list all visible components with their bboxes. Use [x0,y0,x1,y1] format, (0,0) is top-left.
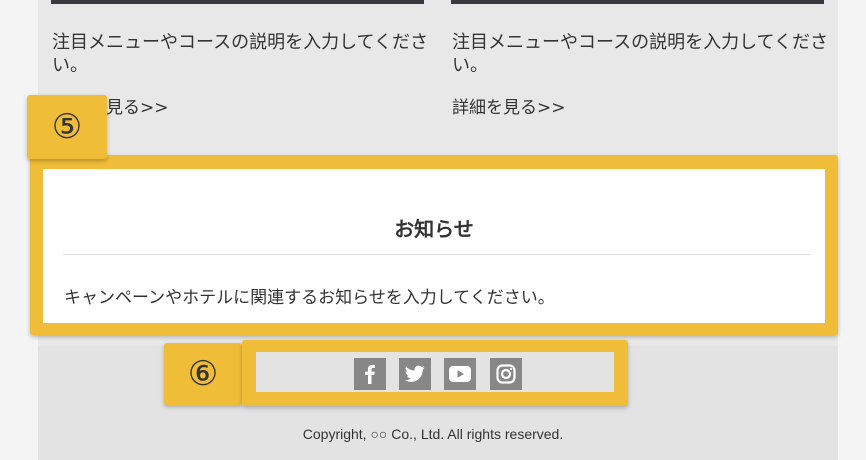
card-image-2 [451,0,824,4]
notice-divider [63,254,810,255]
card-description-2: 注目メニューやコースの説明を入力してください。 [452,32,829,76]
notice-body: キャンペーンやホテルに関連するお知らせを入力してください。 [64,288,555,308]
card-description-1: 注目メニューやコースの説明を入力してください。 [52,32,429,76]
instagram-icon[interactable] [490,358,522,390]
social-highlight-frame [242,340,628,406]
social-links [256,352,614,392]
card-more-link-1[interactable]: 見る>> [106,98,169,118]
notice-highlight-frame: お知らせ キャンペーンやホテルに関連するお知らせを入力してください。 [30,155,838,335]
card-image-1 [51,0,424,4]
facebook-icon[interactable] [354,358,386,390]
copyright-text: Copyright, ○○ Co., Ltd. All rights reser… [302,426,564,442]
notice-box: お知らせ キャンペーンやホテルに関連するお知らせを入力してください。 [43,169,825,323]
badge-6: ⑥ [164,343,242,405]
youtube-icon[interactable] [444,358,476,390]
twitter-icon[interactable] [399,358,431,390]
card-more-link-2[interactable]: 詳細を見る>> [452,98,566,118]
notice-title: お知らせ [394,217,474,241]
badge-5: ⑤ [27,95,107,159]
